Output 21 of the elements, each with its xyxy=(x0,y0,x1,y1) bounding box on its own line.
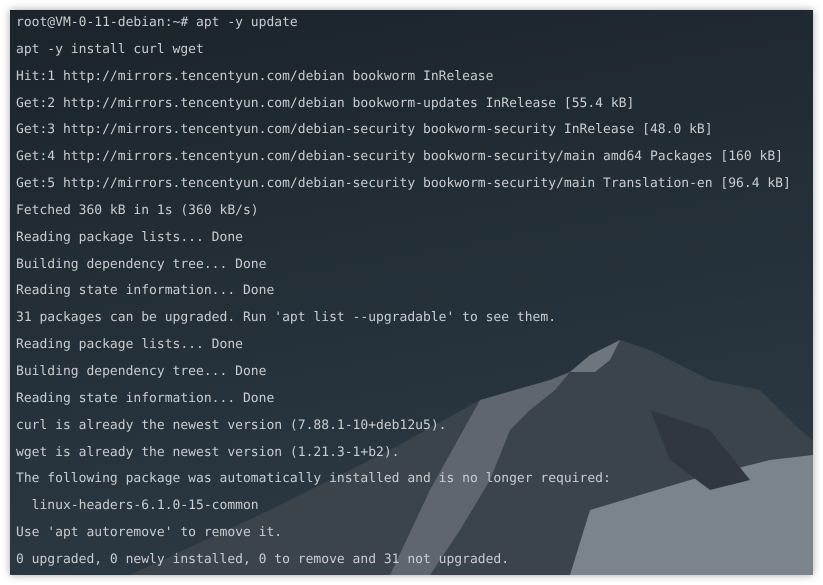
terminal-line: 31 packages can be upgraded. Run 'apt list --upgradable' to see them. xyxy=(16,309,556,328)
terminal-line: root@VM-0-11-debian:~# apt -y update xyxy=(16,14,298,32)
terminal-line: Fetched 360 kB in 1s (360 kB/s) xyxy=(16,202,259,220)
terminal-line: linux-headers-6.1.0-15-common xyxy=(30,497,259,516)
terminal-line: Reading state information... Done xyxy=(16,282,274,300)
terminal-line: 0 upgraded, 0 newly installed, 0 to remove and 31 not upgraded. xyxy=(16,550,510,569)
terminal-line: Get:2 http://mirrors.tencentyun.com/debian bookworm-updates InRelease [55.4 kB] xyxy=(16,94,634,113)
terminal-line: The following package was automatically installed and is no longer required: xyxy=(16,470,611,488)
terminal-line: Hit:1 http://mirrors.tencentyun.com/debian bookworm InRelease xyxy=(16,68,494,86)
terminal-line: Get:4 http://mirrors.tencentyun.com/debian-security bookworm-security/main amd64 Packages [160 kB] xyxy=(16,148,784,166)
terminal-line: Get:3 http://mirrors.tencentyun.com/debian-security bookworm-security InRelease [48.0 kB] xyxy=(16,121,713,140)
terminal-line: Use 'apt autoremove' to remove it. xyxy=(16,524,282,542)
terminal-line: curl is already the newest version (7.88.1-10+deb12u5). xyxy=(16,416,446,435)
terminal-line: Get:5 http://mirrors.tencentyun.com/debian-security bookworm-security/main Translation-en [96.4 kB] xyxy=(16,175,791,194)
terminal-line: wget is already the newest version (1.21.3-1+b2). xyxy=(16,444,400,462)
terminal-line: Building dependency tree... Done xyxy=(16,256,266,274)
terminal-line: Reading package lists... Done xyxy=(16,228,243,247)
terminal-line: Reading package lists... Done xyxy=(16,336,243,354)
terminal-line: apt -y install curl wget xyxy=(16,40,204,59)
terminal-line: Building dependency tree... Done xyxy=(16,362,266,381)
terminal-line: Reading state information... Done xyxy=(16,390,274,408)
